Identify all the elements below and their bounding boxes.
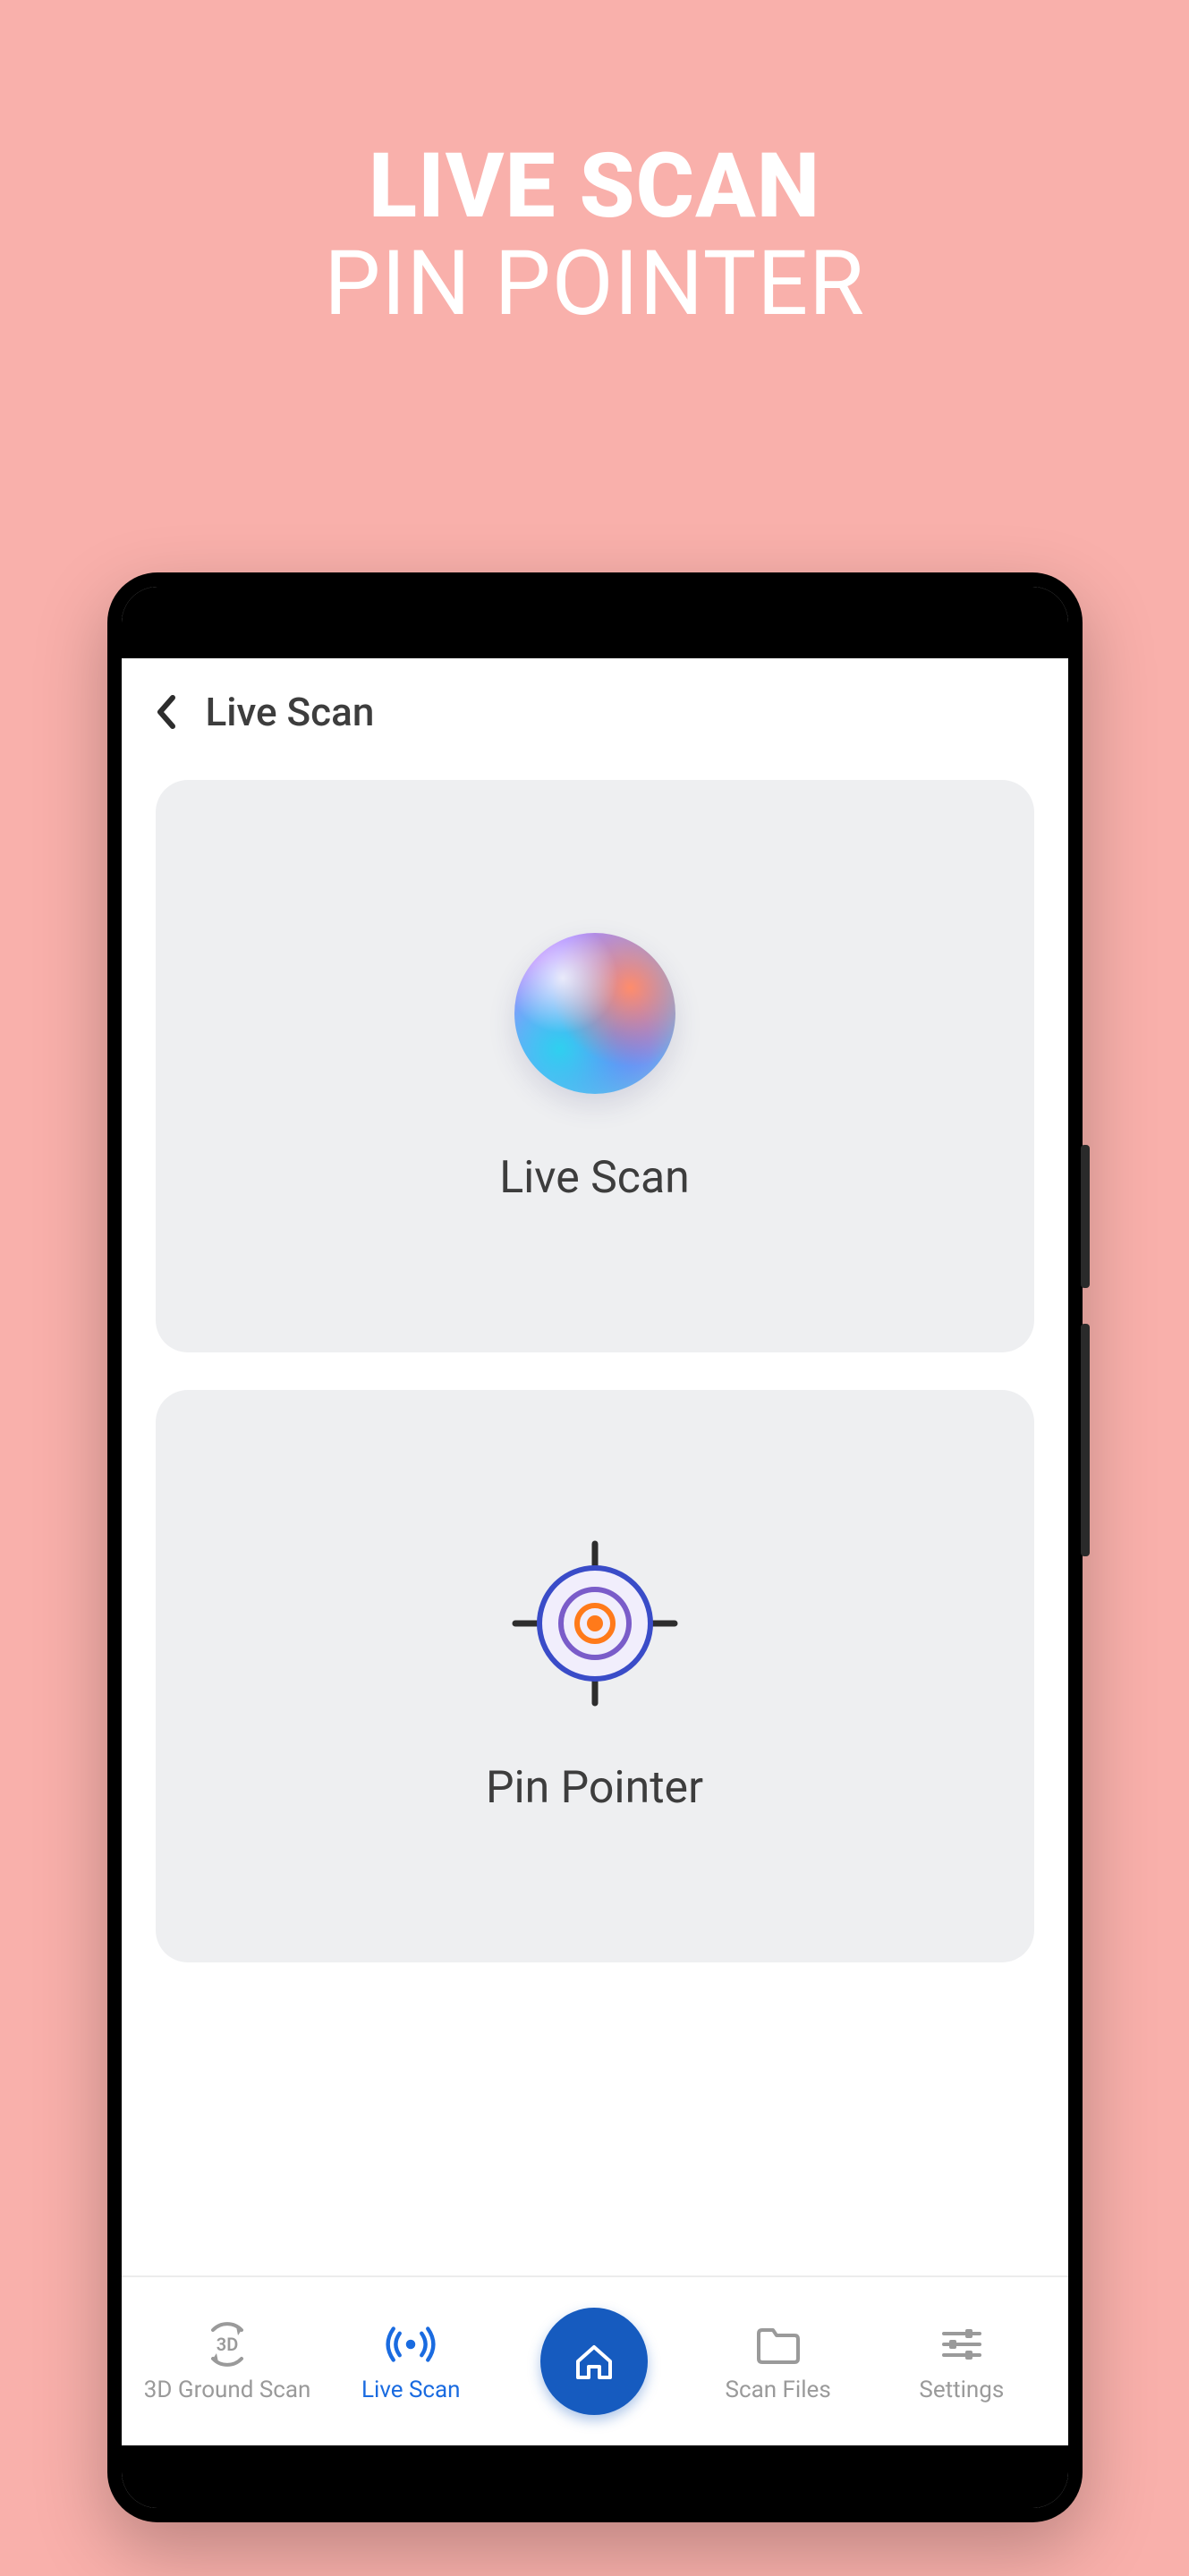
tab-scan-files[interactable]: Scan Files [693, 2319, 863, 2403]
phone-side-button [1081, 1324, 1090, 1556]
chevron-left-icon [155, 694, 178, 730]
live-scan-card[interactable]: Live Scan [156, 780, 1034, 1352]
crosshair-target-icon [510, 1538, 680, 1708]
tab-label: Settings [919, 2377, 1004, 2403]
signal-icon [386, 2319, 436, 2369]
gradient-orb-icon [510, 928, 680, 1098]
pin-pointer-card[interactable]: Pin Pointer [156, 1390, 1034, 1962]
tab-live-scan[interactable]: Live Scan [326, 2319, 496, 2403]
app-header: Live Scan [122, 658, 1068, 762]
nav-bar-area [122, 2445, 1068, 2508]
tab-3d-ground-scan[interactable]: 3D 3D Ground Scan [142, 2319, 312, 2403]
card-label: Live Scan [499, 1152, 690, 1204]
phone-side-button [1081, 1145, 1090, 1288]
tab-label: 3D Ground Scan [144, 2377, 311, 2403]
phone-screen: Live Scan Live Scan [122, 587, 1068, 2508]
3d-scan-icon: 3D [202, 2319, 252, 2369]
sliders-icon [937, 2319, 987, 2369]
content-area: Live Scan [122, 762, 1068, 2275]
tab-label: Scan Files [726, 2377, 831, 2403]
back-button[interactable] [149, 694, 184, 730]
card-label: Pin Pointer [486, 1762, 703, 1814]
bottom-tab-bar: 3D 3D Ground Scan [122, 2275, 1068, 2445]
phone-frame: Live Scan Live Scan [107, 572, 1083, 2522]
hero-banner: LIVE SCAN PIN POINTER [0, 0, 1189, 336]
home-button[interactable] [540, 2308, 648, 2415]
svg-text:3D: 3D [217, 2334, 238, 2355]
home-icon [569, 2336, 619, 2386]
folder-icon [753, 2319, 803, 2369]
tab-home[interactable] [509, 2308, 679, 2415]
hero-title-line1: LIVE SCAN [0, 134, 1189, 239]
status-bar [122, 587, 1068, 658]
phone-mockup: Live Scan Live Scan [107, 572, 1083, 2522]
tab-settings[interactable]: Settings [877, 2319, 1047, 2403]
tab-label: Live Scan [361, 2377, 461, 2403]
hero-title-line2: PIN POINTER [0, 232, 1189, 336]
page-title: Live Scan [206, 689, 375, 735]
